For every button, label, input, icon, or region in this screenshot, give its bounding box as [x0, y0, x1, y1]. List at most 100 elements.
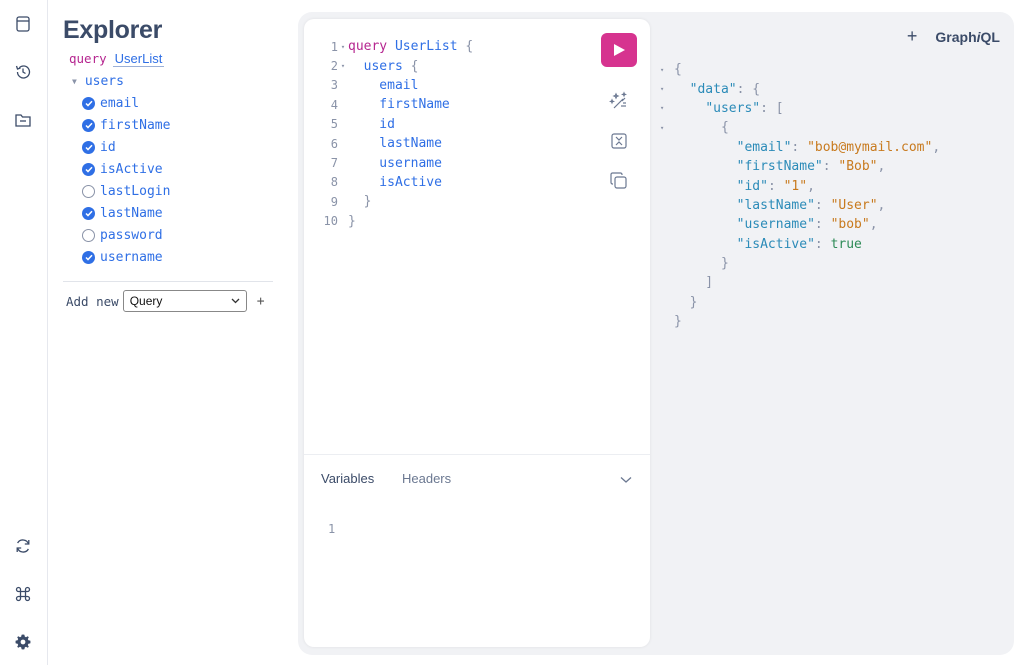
line-number: 2 [330, 59, 338, 74]
code-line: 4 firstName [316, 95, 473, 114]
field-username[interactable]: username [82, 246, 170, 268]
field-lastLogin[interactable]: lastLogin [82, 180, 170, 202]
response-token: , [932, 139, 941, 155]
copy-query-button[interactable] [608, 170, 630, 192]
code-token: id [348, 116, 395, 132]
response-line: ] [660, 273, 940, 292]
response-line: } [660, 254, 940, 273]
field-label: lastLogin [100, 183, 171, 199]
response-token: : { [736, 81, 761, 97]
add-tab-button[interactable]: + [907, 26, 918, 47]
refetch-schema-icon[interactable] [12, 535, 34, 557]
response-token: "lastName" [736, 197, 815, 213]
checked-circle-icon[interactable] [82, 162, 95, 176]
response-token [674, 217, 737, 232]
field-isActive[interactable]: isActive [82, 158, 170, 180]
field-firstName[interactable]: firstName [82, 114, 170, 136]
copy-icon [610, 172, 627, 189]
response-token: "users" [705, 100, 761, 116]
prettify-icon [609, 91, 628, 109]
chevron-down-icon [620, 477, 632, 483]
fold-marker-icon[interactable]: ▾ [660, 85, 674, 93]
response-token: "bob@mymail.com" [807, 139, 933, 155]
prettify-button[interactable] [608, 90, 630, 112]
code-token: } [348, 213, 356, 229]
checked-circle-icon[interactable] [82, 250, 95, 264]
response-token [674, 101, 705, 116]
line-number: 7 [330, 156, 338, 171]
query-code[interactable]: 1 ▾ query UserList { 2 ▾ users { 3 email 4 fir… [316, 37, 474, 231]
fold-marker-icon[interactable]: ▾ [660, 124, 674, 132]
history-icon[interactable] [12, 61, 34, 83]
explorer-title: Explorer [63, 16, 163, 44]
checked-circle-icon[interactable] [82, 118, 95, 132]
code-text: } [348, 214, 356, 229]
response-token: : [822, 159, 839, 175]
code-line: 1 ▾ query UserList { [316, 37, 473, 56]
code-text: isActive [348, 175, 442, 190]
chevron-down-icon [231, 298, 240, 304]
run-button[interactable] [601, 33, 637, 67]
field-lastName[interactable]: lastName [82, 202, 170, 224]
fold-marker-icon[interactable]: ▾ [338, 43, 348, 51]
explorer-folder-icon[interactable] [12, 109, 34, 131]
tree-root-users[interactable]: ▼ users [72, 74, 124, 89]
operation-type-select[interactable]: Query [122, 290, 247, 312]
merge-fragments-button[interactable] [608, 130, 630, 152]
line-number: 9 [330, 194, 338, 209]
field-label: username [100, 249, 163, 265]
code-text: lastName [348, 136, 442, 151]
field-list: email firstName id isActive lastLogin lastNam… [82, 92, 170, 268]
response-line: ▾ "data": { [660, 79, 940, 98]
tab-variables[interactable]: Variables [321, 471, 374, 486]
add-operation-button[interactable]: + [257, 294, 265, 309]
response-token [674, 82, 690, 97]
field-id[interactable]: id [82, 136, 170, 158]
response-viewer[interactable]: ▾{▾ "data": {▾ "users": [▾ { "email": "b… [660, 60, 940, 331]
line-number: 6 [330, 136, 338, 151]
checked-circle-icon[interactable] [82, 140, 95, 154]
response-token: "id" [736, 178, 768, 194]
tab-headers[interactable]: Headers [402, 471, 451, 486]
checked-circle-icon[interactable] [82, 206, 95, 220]
line-number: 1 [330, 39, 338, 54]
code-token: UserList [387, 39, 466, 55]
response-token: "1" [783, 178, 808, 194]
fold-marker-icon[interactable]: ▾ [338, 62, 348, 70]
field-password[interactable]: password [82, 224, 170, 246]
caret-down-icon[interactable]: ▼ [72, 77, 77, 86]
response-token: "isActive" [736, 236, 815, 252]
code-line: 3 email [316, 76, 473, 95]
response-token: } [674, 294, 698, 310]
code-token: } [348, 194, 372, 210]
code-text: users { [348, 59, 419, 74]
response-token: : [814, 197, 831, 213]
response-token: : [814, 217, 831, 233]
field-label: password [100, 227, 163, 243]
query-editor[interactable]: 1 ▾ query UserList { 2 ▾ users { 3 email 4 fir… [304, 19, 650, 647]
fold-marker-icon[interactable]: ▾ [660, 104, 674, 112]
editor-tools-divider [304, 454, 650, 455]
unchecked-circle-icon[interactable] [82, 184, 95, 198]
response-token [674, 198, 737, 213]
code-line: 7 username [316, 153, 473, 172]
checked-circle-icon[interactable] [82, 96, 95, 110]
shortcuts-command-icon[interactable] [12, 583, 34, 605]
response-token: , [807, 178, 815, 194]
toggle-tools-button[interactable] [620, 471, 632, 489]
operation-name-input[interactable]: UserList [112, 51, 165, 67]
settings-gear-icon[interactable] [12, 631, 34, 653]
fold-marker-icon[interactable]: ▾ [660, 66, 674, 74]
code-line: 8 isActive [316, 173, 473, 192]
docs-icon[interactable] [12, 13, 34, 35]
response-token: "email" [736, 139, 792, 155]
response-line: ▾ { [660, 118, 940, 137]
response-token: , [869, 217, 878, 233]
line-number: 4 [330, 97, 338, 112]
code-token: lastName [348, 136, 442, 152]
field-email[interactable]: email [82, 92, 170, 114]
unchecked-circle-icon[interactable] [82, 228, 95, 242]
response-token: "username" [736, 217, 815, 233]
response-line: "id": "1", [660, 176, 940, 195]
code-line: 6 lastName [316, 134, 473, 153]
